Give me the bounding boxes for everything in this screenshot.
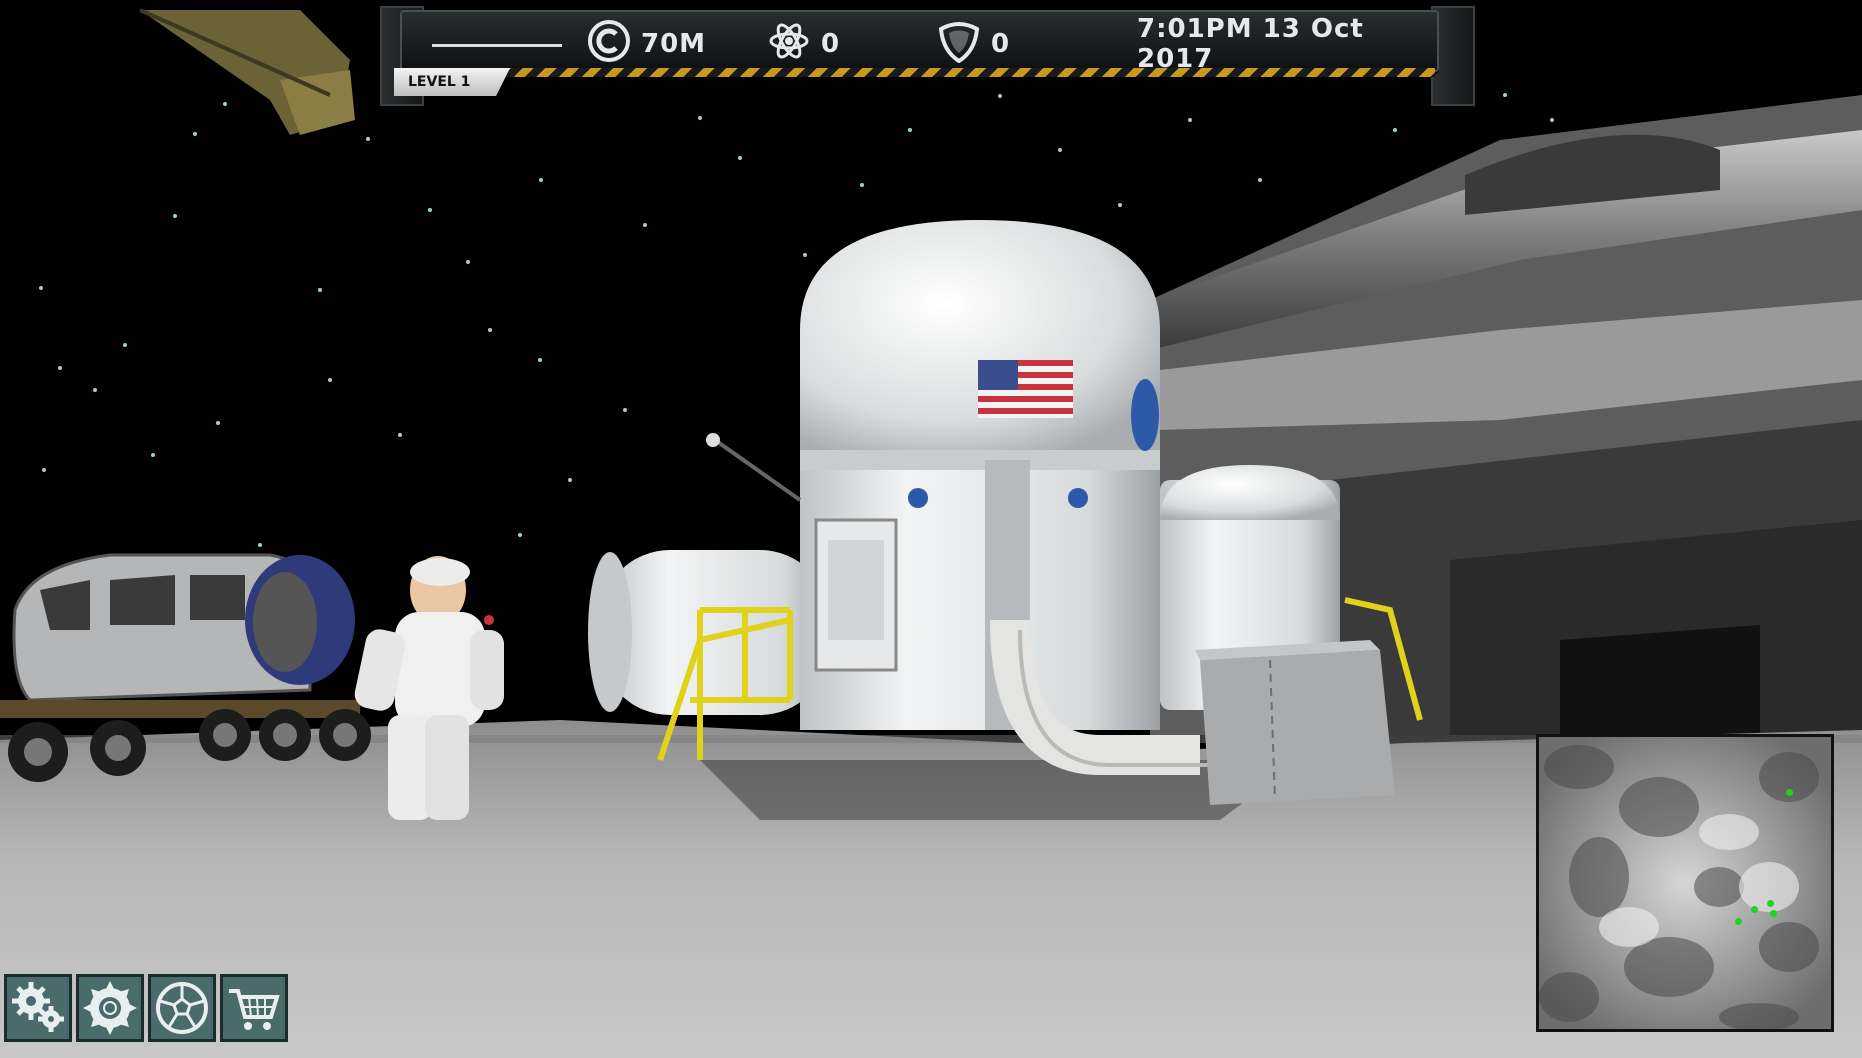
hud-divider <box>432 44 562 47</box>
gears-icon <box>12 982 64 1032</box>
minimap-terrain <box>1539 737 1831 1029</box>
fuel-tank <box>588 550 830 715</box>
settings-button[interactable] <box>4 974 72 1042</box>
shields-display: 0 <box>937 21 1011 63</box>
minimap-marker <box>1767 900 1774 907</box>
soccer-ball-icon <box>156 982 208 1034</box>
credits-icon <box>587 19 631 70</box>
atom-icon <box>767 19 811 70</box>
atoms-value: 0 <box>821 29 841 59</box>
sawblade-icon <box>83 981 137 1035</box>
minimap-marker <box>1735 918 1742 925</box>
shop-button[interactable] <box>220 974 288 1042</box>
credits-display: 70M <box>587 19 707 62</box>
datetime-display: 7:01PM 13 Oct 2017 <box>1137 14 1364 74</box>
shield-icon <box>937 19 981 70</box>
hazard-stripe <box>500 68 1435 77</box>
explore-button[interactable] <box>148 974 216 1042</box>
top-hud: 70M 0 0 7:01PM 13 Oct 2017 LEVEL 1 <box>380 6 1475 106</box>
minimap-marker <box>1786 789 1793 796</box>
level-badge: LEVEL 1 <box>394 68 510 96</box>
credits-value: 70M <box>641 29 707 59</box>
crate <box>1195 640 1395 805</box>
hud-bar: 70M 0 0 7:01PM 13 Oct 2017 <box>400 10 1439 74</box>
minimap-marker <box>1751 906 1758 913</box>
shields-value: 0 <box>991 29 1011 59</box>
build-button[interactable] <box>76 974 144 1042</box>
bottom-toolbar <box>4 974 288 1042</box>
flag <box>978 360 1073 418</box>
minimap-marker <box>1770 910 1777 917</box>
minimap[interactable] <box>1536 734 1834 1032</box>
cart-icon <box>229 989 280 1030</box>
atoms-display: 0 <box>767 23 841 62</box>
